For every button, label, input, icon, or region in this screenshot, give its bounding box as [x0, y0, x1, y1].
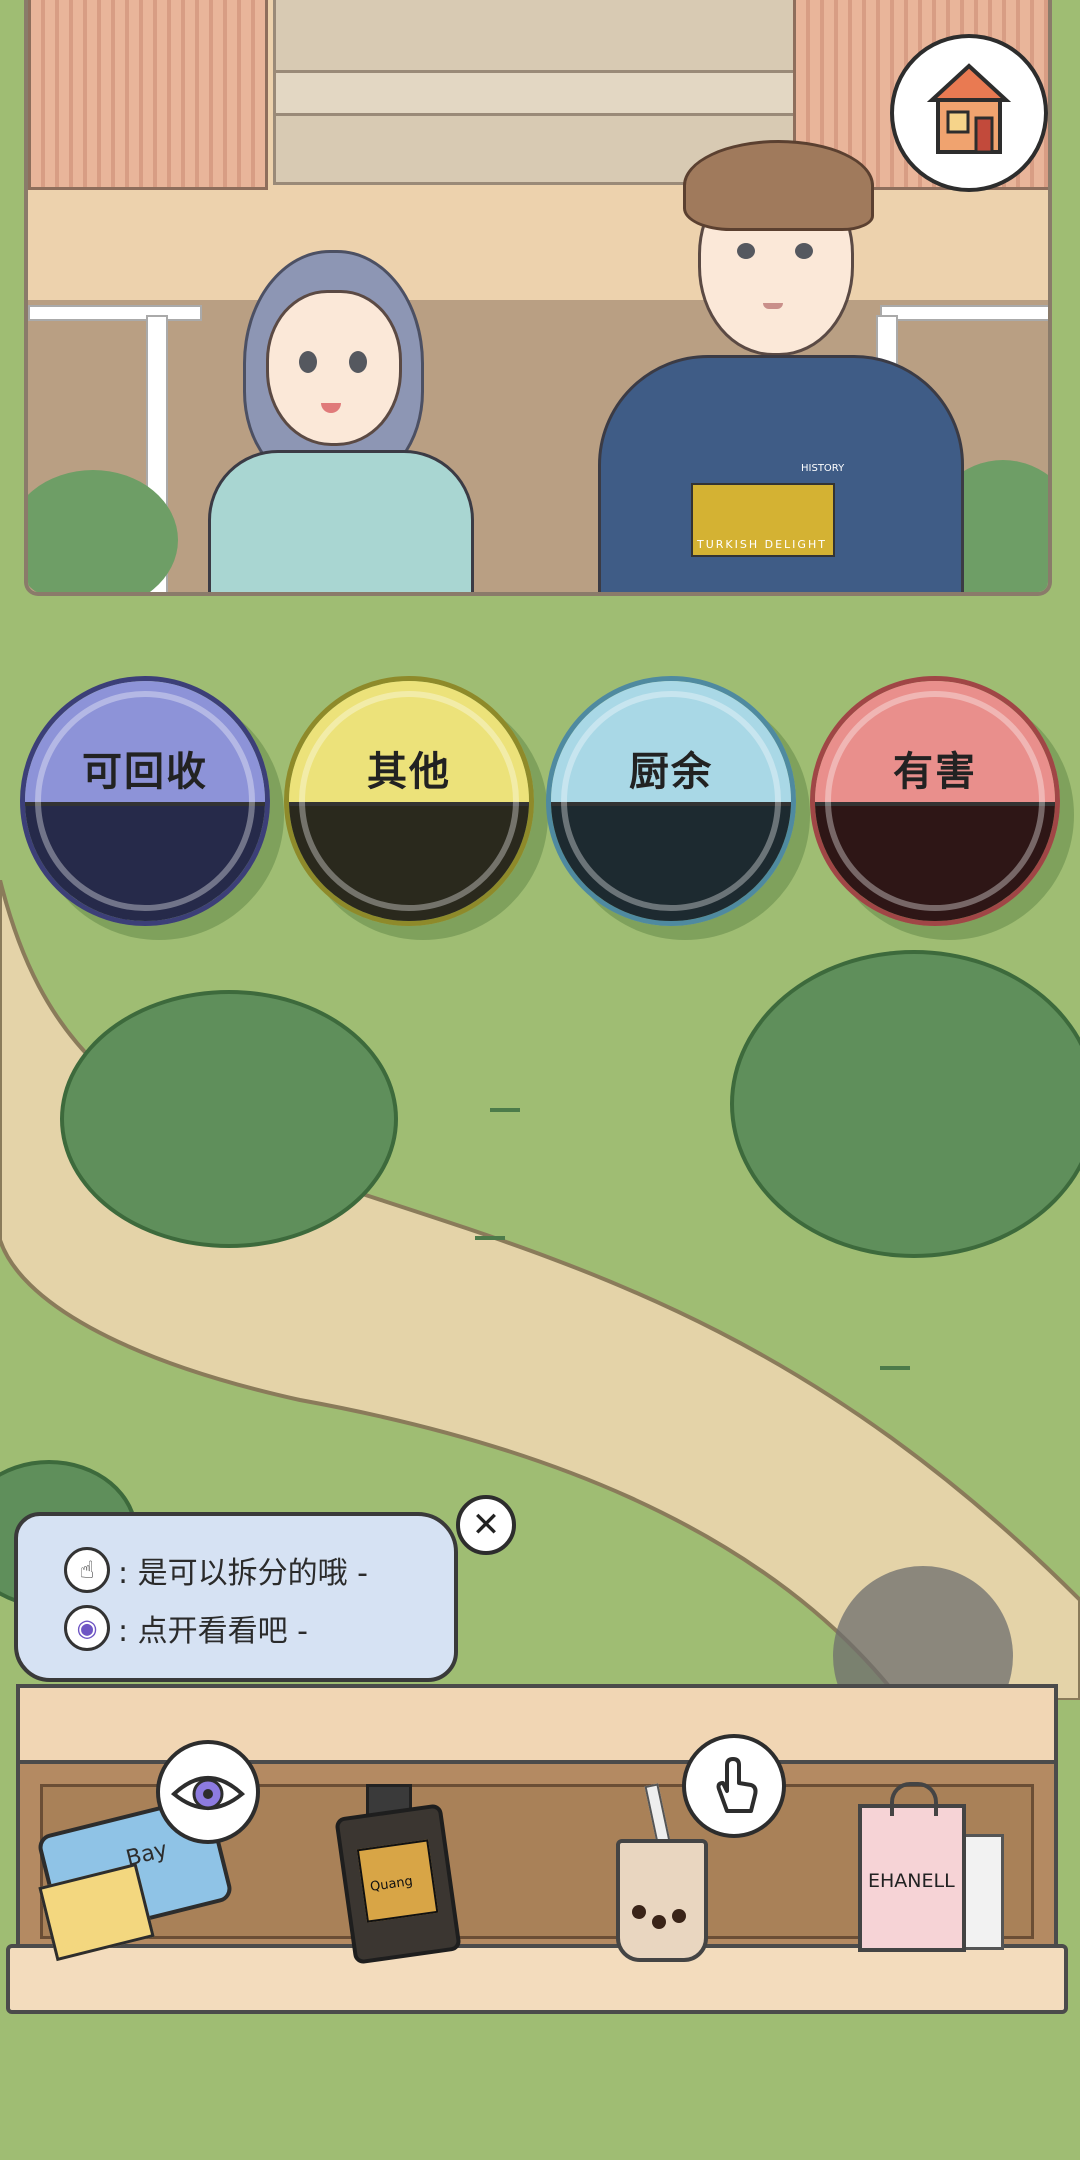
bin-hazardous[interactable]: 有害: [810, 676, 1060, 926]
left-door: [28, 0, 268, 190]
hint-line-2: : 点开看看吧 -: [118, 1614, 309, 1649]
left-railing: [28, 305, 202, 321]
bag-brand-text: EHANELL: [868, 1870, 955, 1892]
bin-label: 其他: [367, 749, 451, 795]
grass-tuft: [490, 1092, 520, 1112]
bin-other[interactable]: 其他: [284, 676, 534, 926]
hint-bubble: ☝ : 是可以拆分的哦 - ◉ : 点开看看吧 -: [14, 1512, 458, 1682]
right-tree: [730, 950, 1080, 1258]
boy-character: TURKISH DELIGHT HISTORY: [598, 140, 978, 592]
girl-face: [266, 290, 402, 446]
shirt-print: TURKISH DELIGHT: [691, 483, 835, 557]
bin-recyclable[interactable]: 可回收: [20, 676, 270, 926]
shirt-print-text: TURKISH DELIGHT: [697, 538, 827, 551]
left-tree: [60, 990, 398, 1248]
boy-shirt: TURKISH DELIGHT HISTORY: [598, 355, 964, 592]
hint-row-tap: ☝ : 是可以拆分的哦 -: [64, 1544, 368, 1596]
grass-tuft: [880, 1350, 910, 1370]
bin-kitchen[interactable]: 厨余: [546, 676, 796, 926]
bottle-text: Quang: [369, 1873, 414, 1895]
bin-label: 厨余: [629, 749, 713, 795]
close-hint-button[interactable]: ✕: [456, 1495, 516, 1555]
item-shelf: Bay Quang EHANELL: [6, 1684, 1068, 2014]
boy-hair: [683, 140, 874, 231]
bin-label: 有害: [893, 749, 977, 795]
eye-icon: [170, 1776, 246, 1810]
girl-character: [178, 250, 508, 592]
house-icon: [926, 63, 1012, 154]
tap-hand-icon: [716, 1757, 758, 1813]
hint-row-eye: ◉ : 点开看看吧 -: [64, 1602, 308, 1654]
split-button[interactable]: [682, 1734, 786, 1838]
girl-shirt: [208, 450, 474, 592]
hint-line-1: : 是可以拆分的哦 -: [118, 1556, 369, 1591]
bin-label: 可回收: [82, 749, 208, 795]
eye-icon: ◉: [64, 1605, 110, 1651]
shirt-small-text: HISTORY: [801, 463, 845, 474]
shelf-bottom: [6, 1944, 1068, 2014]
shopping-bag-item[interactable]: EHANELL: [846, 1782, 1016, 1954]
shelf-top: [16, 1684, 1058, 1764]
grass-tuft: [475, 1220, 505, 1240]
inspect-button[interactable]: [156, 1740, 260, 1844]
tap-hand-icon: ☝: [64, 1547, 110, 1593]
home-button[interactable]: [890, 34, 1048, 192]
lotion-bottle-item[interactable]: Quang: [334, 1784, 466, 1965]
